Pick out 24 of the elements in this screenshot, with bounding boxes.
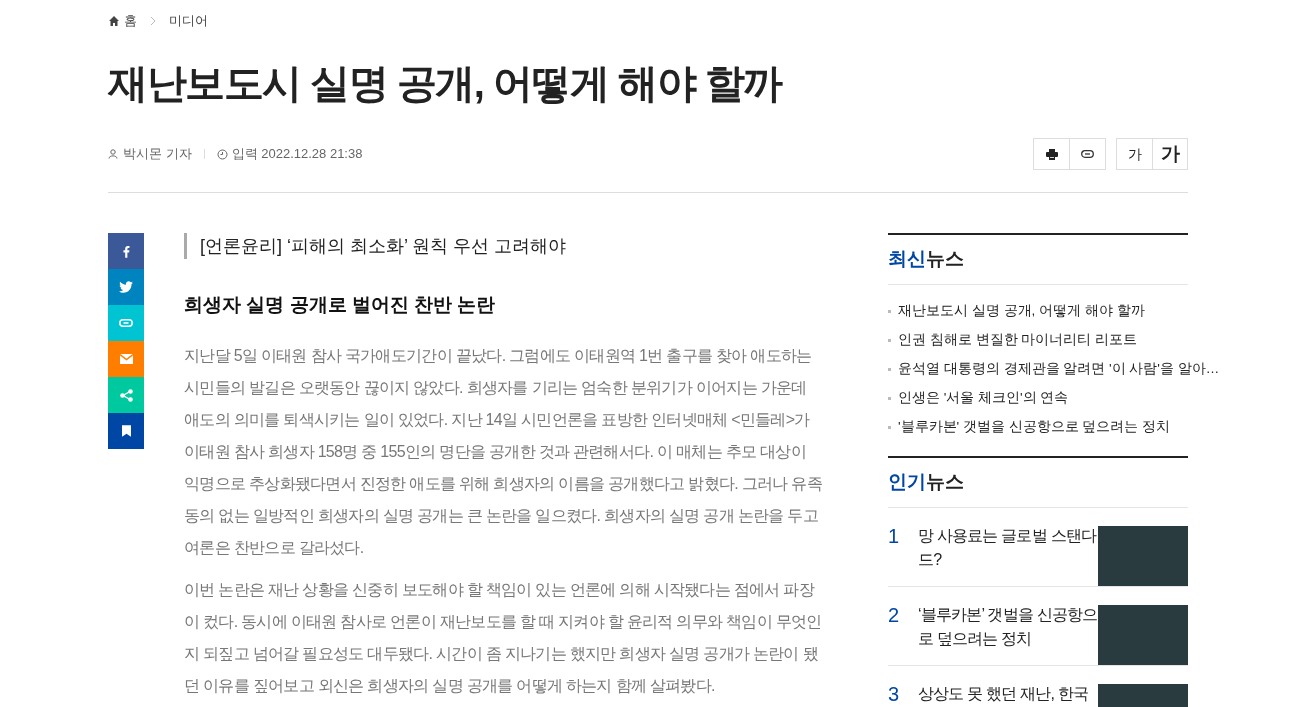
news-link[interactable]: 상상도 못 했던 재난, 한국 [918,682,1098,706]
rank-number: 1 [888,526,901,546]
publish-date: 입력 2022.12.28 21:38 [231,145,363,164]
section-title: 인기뉴스 [888,458,1188,508]
article-subtitle: [언론윤리] ‘피해의 최소화’ 원칙 우선 고려해야 [184,233,824,259]
news-link[interactable]: 재난보도시 실명 공개, 어떻게 해야 할까 [898,301,1145,322]
news-link[interactable]: 인권 침해로 변질한 마이너리티 리포트 [898,330,1137,351]
news-link[interactable]: '블루카본' 갯벌을 신공항으로 덮으려는 정치 [898,417,1171,438]
font-larger-button[interactable]: 가 [1153,138,1188,170]
section-heading: 희생자 실명 공개로 벌어진 찬반 논란 [184,293,497,317]
news-link[interactable]: 윤석열 대통령의 경제관을 알려면 '이 사람'을 알아… [898,359,1220,380]
breadcrumb-link[interactable]: 미디어 [169,11,208,31]
rank-number: 3 [888,684,901,704]
news-link[interactable]: ‘블루카본’ 갯벌을 신공항으로 덮으려는 정치 [918,603,1098,651]
author-name: 박시몬 기자 [123,145,192,164]
font-smaller-button[interactable]: 가 [1116,138,1153,170]
breadcrumb-link[interactable]: 홈 [124,11,137,31]
news-link[interactable]: 인생은 '서울 체크인'의 연속 [898,388,1069,409]
rank-number: 2 [888,605,901,625]
article-paragraph: 지난달 5일 이태원 참사 국가애도기간이 끝났다. 그럼에도 이태원역 1번 출구를 찾아 애도하는 시민들의 발길은 오랫동안 끊이지 않았다. 희생자를 기리는 엄숙한 분위기가 이어지는 가운데 애도의 의미를 퇴색시키는 일이 있었다. 지난 14일 시민언론을 표방한 인터넷매체 <민들레>가 이태원 참사 희생자 158명 중 155인의 명단을 공개한 것과 관련해서다. 이 매체는 추모 대상이 익명으로 추상화됐다면서 진정한 애도를 위해 희생자의 이름을 공개했다고 밝혔다. 그러나 유족 동의 없는 일방적인 희생자의 실명 공개는 큰 논란을 일으켰다. 희생자의 실명 공개 논란을 두고 여론은 찬반으로 갈라섰다. [184,345,823,558]
article-paragraph: 이번 논란은 재난 상황을 신중히 보도해야 할 책임이 있는 언론에 의해 시작됐다는 점에서 파장이 컸다. 동시에 이태원 참사로 언론이 재난보도를 할 때 지켜야 할 윤리적 의무와 책임이 무엇인지 되짚고 넘어갈 필요성도 대두됐다. 시간이 좀 지나기는 했지만 희생자 실명 공개가 논란이 됐던 이유를 짚어보고 외신은 희생자의 실명 공개를 어떻게 하는지 함께 살펴봤다. [184,579,823,696]
section-title: 최신뉴스 [888,235,1188,285]
article-headline: 재난보도시 실명 공개, 어떻게 해야 할까 [108,60,784,107]
news-link[interactable]: 망 사용료는 글로벌 스탠다드? [918,524,1098,572]
